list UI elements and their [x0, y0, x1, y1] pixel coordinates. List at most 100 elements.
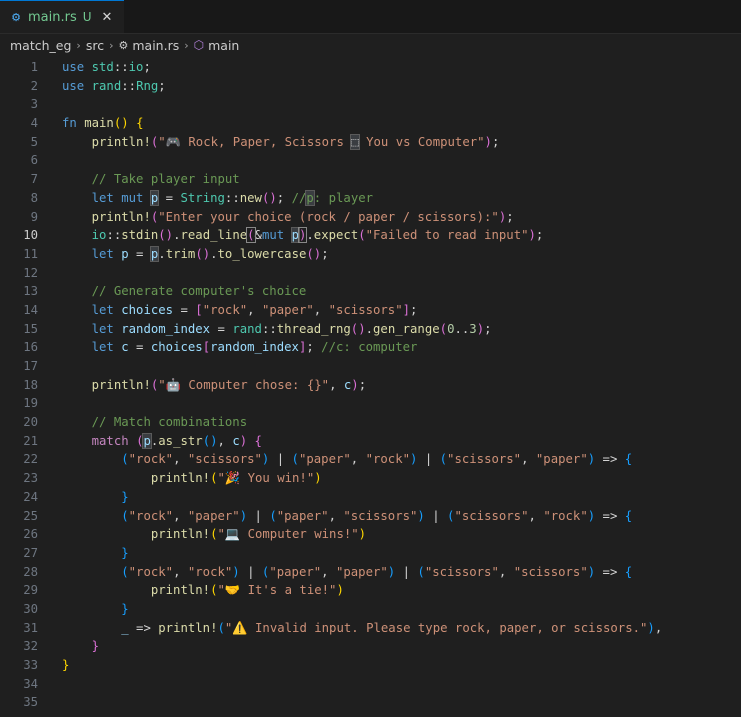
code-token: println! [150, 527, 211, 542]
code-line[interactable]: 22 ("rock", "scissors") | ("paper", "roc… [0, 450, 741, 469]
code-line[interactable]: 12 [0, 264, 741, 283]
code-line[interactable]: 30 } [0, 600, 741, 619]
code-line[interactable]: 17 [0, 357, 741, 376]
code-token: let [91, 302, 114, 317]
code-token: } [91, 639, 100, 654]
code-line[interactable]: 24 } [0, 488, 741, 507]
breadcrumb-file[interactable]: main.rs [132, 38, 179, 53]
code-token: ; [276, 190, 292, 205]
code-token: :: [113, 60, 129, 74]
code-line[interactable]: 19 [0, 394, 741, 413]
code-line[interactable]: 18 println!("🤖 Computer chose: {}", c); [0, 376, 741, 395]
code-line[interactable]: 26 println!("💻 Computer wins!") [0, 525, 741, 544]
code-line[interactable]: 28 ("rock", "rock") | ("paper", "paper")… [0, 563, 741, 582]
tab-bar: ⚙ main.rs U ✕ [0, 0, 741, 34]
code-token: c [121, 340, 129, 355]
code-line[interactable]: 9 println!("Enter your choice (rock / pa… [0, 208, 741, 227]
code-token: . [158, 246, 166, 261]
code-text: ("rock", "paper") | ("paper", "scissors"… [38, 507, 632, 526]
breadcrumb-symbol[interactable]: main [208, 38, 239, 53]
code-token: "rock" [128, 508, 174, 523]
code-token: | [239, 564, 262, 579]
line-number: 28 [23, 564, 38, 579]
code-editor[interactable]: 1 use std::io; 2 use rand::Rng; 3 4 fn main() … [0, 56, 741, 712]
code-token: , [528, 508, 544, 523]
code-line[interactable]: 35 [0, 693, 741, 712]
code-text: // Generate computer's choice [38, 282, 307, 301]
code-token: p [121, 246, 129, 261]
code-text: let c = choices[random_index]; //c: comp… [38, 338, 418, 357]
code-line[interactable]: 3 [0, 95, 741, 114]
code-line[interactable]: 31 _ => println!("⚠️ Invalid input. Plea… [0, 619, 741, 638]
code-token: let [91, 340, 114, 355]
code-line[interactable]: 13 // Generate computer's choice [0, 282, 741, 301]
code-line[interactable]: 5 println!("🎮 Rock, Paper, Scissors ⬚ Yo… [0, 133, 741, 152]
line-number: 29 [23, 583, 38, 598]
code-token: gen_range [373, 321, 440, 336]
code-token: ( [291, 452, 299, 467]
chevron-right-icon: › [109, 38, 114, 52]
line-number: 21 [23, 433, 38, 448]
breadcrumb-src[interactable]: src [86, 38, 104, 53]
code-line[interactable]: 23 println!("🎉 You win!") [0, 469, 741, 488]
breadcrumb-folder[interactable]: match_eg [10, 38, 71, 53]
code-token: "Failed to read input" [365, 228, 529, 243]
code-token: , [173, 508, 188, 523]
code-line[interactable]: 29 println!("🤝 It's a tie!") [0, 581, 741, 600]
code-token: { [624, 564, 633, 579]
code-token: println! [91, 377, 151, 392]
code-line[interactable]: 6 [0, 151, 741, 170]
code-token: "🤝 It's a tie!" [217, 583, 337, 598]
code-line[interactable]: 11 let p = p.trim().to_lowercase(); [0, 245, 741, 264]
code-text: // Match combinations [38, 413, 247, 432]
code-line[interactable]: 1 use std::io; [0, 58, 741, 77]
code-line[interactable]: 10 io::stdin().read_line(&mut p).expect(… [0, 226, 741, 245]
code-token: } [121, 489, 129, 504]
code-token: , [350, 452, 366, 467]
code-token: => [128, 620, 159, 635]
code-token: "rock" [187, 564, 233, 579]
line-number: 22 [23, 452, 38, 467]
code-line[interactable]: 25 ("rock", "paper") | ("paper", "scisso… [0, 507, 741, 526]
line-number: 9 [30, 209, 38, 224]
code-line[interactable]: 14 let choices = ["rock", "paper", "scis… [0, 301, 741, 320]
code-token: { [254, 433, 262, 448]
code-token: use [62, 78, 85, 93]
code-token: } [62, 658, 70, 672]
tab-main-rs[interactable]: ⚙ main.rs U ✕ [0, 0, 125, 33]
code-line[interactable]: 2 use rand::Rng; [0, 77, 741, 96]
code-token: ; [158, 78, 166, 93]
code-line[interactable]: 33} [0, 656, 741, 675]
code-text: // Take player input [38, 170, 240, 189]
line-number: 31 [23, 620, 38, 635]
code-line[interactable]: 15 let random_index = rand::thread_rng()… [0, 320, 741, 339]
code-line[interactable]: 7 // Take player input [0, 170, 741, 189]
code-token: ; [484, 321, 492, 336]
code-line[interactable]: 32 } [0, 637, 741, 656]
code-text: let p = p.trim().to_lowercase(); [38, 245, 329, 264]
code-line[interactable]: 16 let c = choices[random_index]; //c: c… [0, 338, 741, 357]
code-token: | [424, 508, 448, 523]
code-line[interactable]: 4 fn main() { [0, 114, 741, 133]
chevron-right-icon: › [76, 38, 81, 52]
code-token: ) [351, 377, 359, 392]
code-token: let [91, 190, 114, 205]
code-token: , [247, 302, 262, 317]
code-line[interactable]: 8 let mut p = String::new(); //p: player [0, 189, 741, 208]
code-line[interactable]: 27 } [0, 544, 741, 563]
code-line[interactable]: 20 // Match combinations [0, 413, 741, 432]
code-token: , [328, 508, 344, 523]
code-line[interactable]: 21 match (p.as_str(), c) { [0, 432, 741, 451]
line-number: 5 [30, 134, 38, 149]
code-token: } [121, 601, 129, 616]
code-line[interactable]: 34 [0, 675, 741, 694]
close-icon[interactable]: ✕ [102, 10, 113, 25]
code-token: "scissors" [424, 564, 499, 579]
